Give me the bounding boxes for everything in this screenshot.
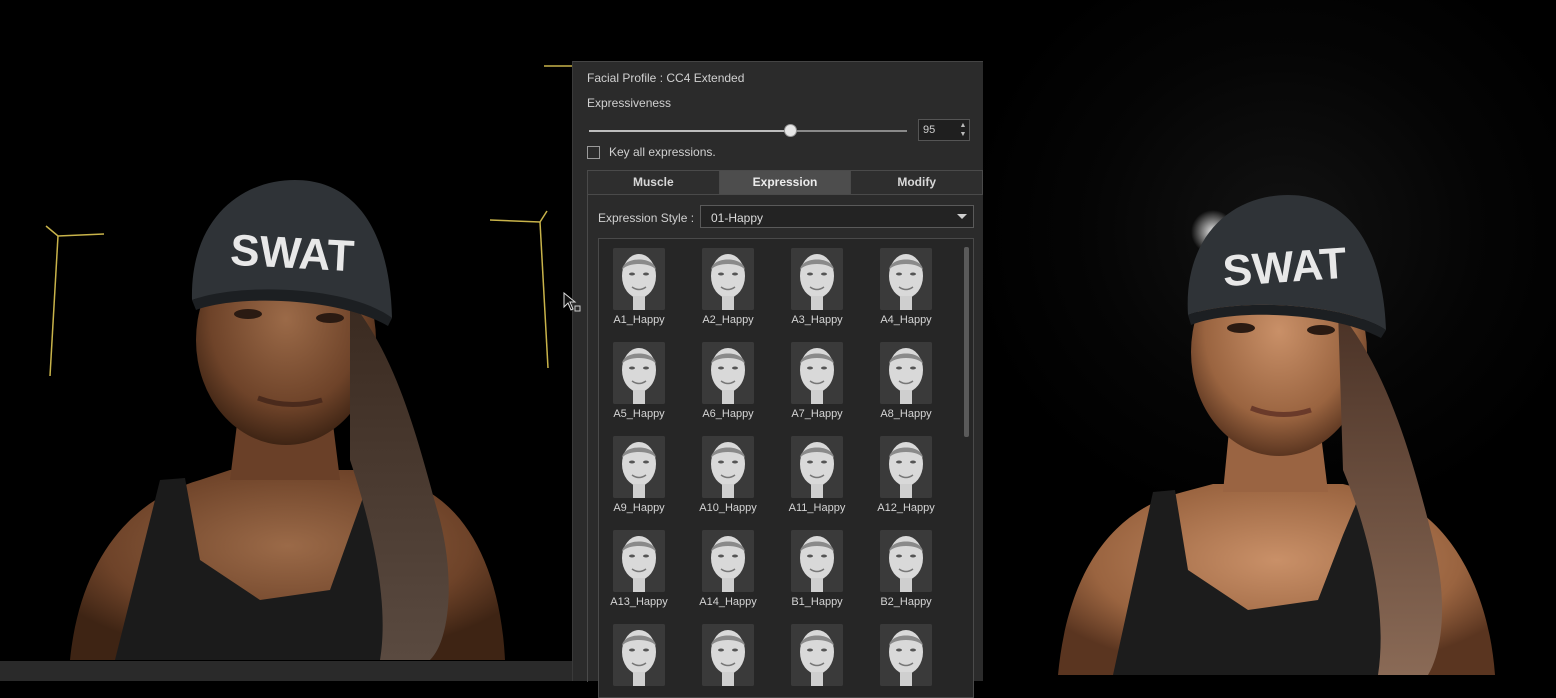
expression-thumbnail-label: A3_Happy	[791, 314, 843, 326]
face-icon	[702, 248, 754, 310]
expression-thumbnail[interactable]: A3_Happy	[777, 242, 857, 326]
expression-thumbnail-label: A4_Happy	[880, 314, 932, 326]
expression-style-dropdown[interactable]: 01-Happy	[700, 205, 974, 228]
face-icon	[791, 624, 843, 686]
expression-thumbnail-label: A14_Happy	[699, 596, 757, 608]
expressiveness-spinbox[interactable]: 95 ▲ ▼	[918, 119, 970, 141]
facial-expression-panel: Facial Profile : CC4 Extended Expressive…	[572, 61, 983, 698]
expression-style-value: 01-Happy	[711, 211, 764, 225]
face-icon	[702, 624, 754, 686]
face-icon	[613, 342, 665, 404]
expression-thumbnail-label: A2_Happy	[702, 314, 754, 326]
expression-thumbnail-label: A8_Happy	[880, 408, 932, 420]
expression-thumbnail-label: A6_Happy	[702, 408, 754, 420]
expression-thumbnail-label: A1_Happy	[613, 314, 665, 326]
right-cap-text: SWAT	[1221, 239, 1348, 297]
face-icon	[791, 342, 843, 404]
expression-thumbnail-label: B1_Happy	[791, 596, 843, 608]
expression-thumbnail-label: A11_Happy	[788, 502, 846, 514]
expression-thumbnail[interactable]: A2_Happy	[688, 242, 768, 326]
expressiveness-value: 95	[923, 124, 936, 136]
expression-thumbnail-grid: A1_Happy A2_Happy A3_Happy A4_Happy A5_Happy…	[598, 238, 974, 698]
expression-thumbnail[interactable]: A4_Happy	[866, 242, 946, 326]
expression-thumbnail[interactable]	[599, 618, 679, 697]
expression-thumbnail[interactable]: A9_Happy	[599, 430, 679, 514]
right-character-render: SWAT	[1058, 195, 1495, 675]
grid-scrollbar[interactable]	[964, 247, 969, 437]
expression-thumbnail[interactable]: A13_Happy	[599, 524, 679, 608]
expression-thumbnail[interactable]	[866, 618, 946, 697]
face-icon	[880, 248, 932, 310]
tab-muscle[interactable]: Muscle	[588, 171, 720, 194]
face-icon	[880, 342, 932, 404]
expression-thumbnail-label: A9_Happy	[613, 502, 665, 514]
expression-thumbnail[interactable]: A14_Happy	[688, 524, 768, 608]
expression-thumbnail[interactable]: B2_Happy	[866, 524, 946, 608]
expression-tab-body: Expression Style : 01-Happy A1_Happy A2_H…	[587, 195, 983, 698]
right-viewport[interactable]: SWAT	[983, 0, 1556, 681]
expression-thumbnail-label: A12_Happy	[877, 502, 935, 514]
expressiveness-slider-handle[interactable]	[784, 124, 798, 137]
panel-tabs: Muscle Expression Modify	[587, 170, 983, 195]
key-all-expressions-label: Key all expressions.	[609, 145, 716, 159]
viewport-floor-strip	[0, 661, 572, 681]
face-icon	[613, 436, 665, 498]
expression-thumbnail[interactable]: A7_Happy	[777, 336, 857, 420]
face-icon	[880, 624, 932, 686]
expression-thumbnail-label: A5_Happy	[613, 408, 665, 420]
expression-thumbnail[interactable]: A1_Happy	[599, 242, 679, 326]
facial-profile-label: Facial Profile : CC4 Extended	[587, 71, 745, 85]
left-cap-text: SWAT	[229, 226, 355, 281]
expression-thumbnail-label: B2_Happy	[880, 596, 932, 608]
expression-thumbnail[interactable]: A8_Happy	[866, 336, 946, 420]
face-icon	[613, 248, 665, 310]
expression-thumbnail[interactable]	[688, 618, 768, 697]
face-icon	[702, 530, 754, 592]
chevron-down-icon	[957, 214, 967, 219]
face-icon	[702, 436, 754, 498]
spin-up-icon[interactable]: ▲	[958, 121, 968, 130]
expression-thumbnail-label: A13_Happy	[610, 596, 668, 608]
expression-thumbnail[interactable]: A12_Happy	[866, 430, 946, 514]
left-character-render: SWAT	[45, 65, 572, 660]
face-icon	[702, 342, 754, 404]
key-all-expressions-checkbox[interactable]	[587, 146, 600, 159]
face-icon	[791, 248, 843, 310]
expression-thumbnail-label: A7_Happy	[791, 408, 843, 420]
expression-style-label: Expression Style :	[598, 211, 695, 225]
face-icon	[613, 530, 665, 592]
expressiveness-label: Expressiveness	[587, 96, 672, 110]
tab-expression[interactable]: Expression	[719, 171, 852, 194]
left-viewport[interactable]: SWAT	[0, 0, 572, 681]
expressiveness-slider[interactable]	[589, 130, 907, 132]
face-icon	[613, 624, 665, 686]
spin-down-icon[interactable]: ▼	[958, 130, 968, 139]
tab-modify[interactable]: Modify	[851, 171, 983, 194]
expression-thumbnail[interactable]	[777, 618, 857, 697]
face-icon	[880, 436, 932, 498]
face-icon	[791, 436, 843, 498]
face-icon	[880, 530, 932, 592]
face-icon	[791, 530, 843, 592]
expression-thumbnail-label: A10_Happy	[699, 502, 757, 514]
expression-thumbnail[interactable]: A5_Happy	[599, 336, 679, 420]
expression-thumbnail[interactable]: A6_Happy	[688, 336, 768, 420]
expression-thumbnail[interactable]: A11_Happy	[777, 430, 857, 514]
mouse-cursor-icon	[563, 292, 581, 312]
expression-thumbnail[interactable]: A10_Happy	[688, 430, 768, 514]
expression-thumbnail[interactable]: B1_Happy	[777, 524, 857, 608]
expressiveness-slider-fill	[589, 130, 791, 132]
